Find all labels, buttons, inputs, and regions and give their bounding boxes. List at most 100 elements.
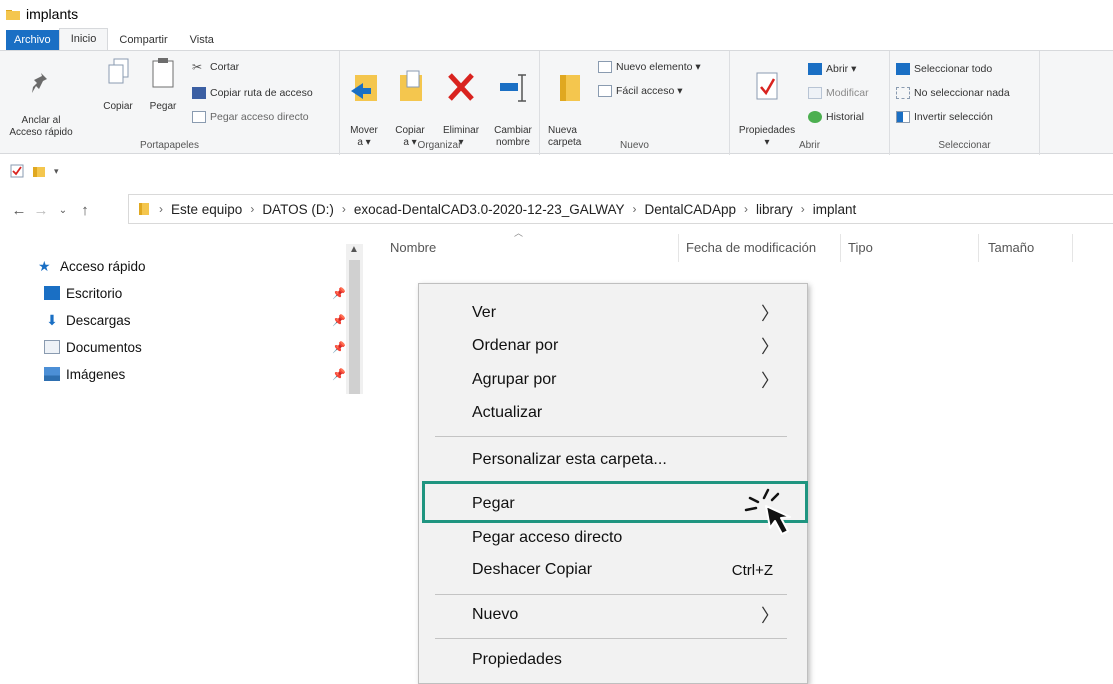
group-organizar: Mover a ▾ Copiar a ▾ Eliminar ▾ Cambiar … <box>340 51 540 155</box>
nav-documentos[interactable]: Documentos <box>44 335 142 359</box>
tab-inicio[interactable]: Inicio <box>58 28 109 50</box>
crumb-dentalcadapp[interactable]: DentalCADApp <box>644 202 736 217</box>
column-divider[interactable] <box>840 234 841 262</box>
chevron-right-icon[interactable]: › <box>250 202 254 216</box>
pin-icon[interactable]: 📌 <box>332 287 346 300</box>
back-icon[interactable]: ← <box>8 202 30 219</box>
pin-icon[interactable]: 📌 <box>332 368 346 381</box>
abrir-button[interactable]: Abrir ▾ <box>808 63 856 75</box>
column-fecha[interactable]: Fecha de modificación <box>686 240 816 262</box>
breadcrumb[interactable]: › Este equipo › DATOS (D:) › exocad-Dent… <box>128 194 1113 224</box>
nueva-carpeta-button[interactable]: Nueva carpeta <box>548 57 592 149</box>
nav-descargas[interactable]: ⬇ Descargas <box>44 308 131 332</box>
chevron-right-icon[interactable]: › <box>342 202 346 216</box>
crumb-datos[interactable]: DATOS (D:) <box>262 202 334 217</box>
scissors-icon: ✂ <box>192 60 203 74</box>
window-title: implants <box>26 6 79 22</box>
eliminar-button[interactable]: Eliminar ▾ <box>436 57 486 149</box>
propiedades-button[interactable]: Propiedades ▾ <box>732 57 802 149</box>
easy-access-icon <box>598 85 612 97</box>
menu-item-deshacer-copiar[interactable]: Deshacer Copiar Ctrl+Z <box>419 554 807 586</box>
nav-acceso-rapido-label: Acceso rápido <box>60 258 146 274</box>
chevron-right-icon[interactable]: › <box>159 202 163 216</box>
chevron-right-icon: 〉 <box>761 337 779 357</box>
column-tipo[interactable]: Tipo <box>848 240 873 262</box>
menu-item-ordenar-por[interactable]: Ordenar por 〉 <box>419 330 807 362</box>
menu-item-nuevo[interactable]: Nuevo 〉 <box>419 599 807 631</box>
menu-separator <box>435 638 787 639</box>
edit-icon <box>808 87 822 99</box>
copiar-ruta-button[interactable]: Copiar ruta de acceso <box>192 87 313 99</box>
cambiar-nombre-button[interactable]: Cambiar nombre <box>490 57 536 149</box>
seleccionar-todo-button[interactable]: Seleccionar todo <box>896 63 992 75</box>
properties-checkbox-icon[interactable] <box>10 164 24 178</box>
chevron-right-icon[interactable]: › <box>744 202 748 216</box>
crumb-implant[interactable]: implant <box>813 202 857 217</box>
pegar-button[interactable]: Pegar <box>145 57 181 113</box>
pin-icon[interactable]: 📌 <box>332 314 346 327</box>
menu-separator <box>435 436 787 437</box>
copiar-button[interactable]: Copiar <box>98 57 138 113</box>
delete-icon <box>448 73 474 101</box>
download-icon: ⬇ <box>46 312 58 328</box>
invertir-seleccion-button[interactable]: Invertir selección <box>896 111 993 123</box>
copy-path-icon <box>192 87 206 99</box>
menu-separator <box>435 594 787 595</box>
tab-archivo[interactable]: Archivo <box>6 30 59 50</box>
pin-icon[interactable]: 📌 <box>332 341 346 354</box>
chevron-right-icon[interactable]: › <box>801 202 805 216</box>
crumb-library[interactable]: library <box>756 202 793 217</box>
column-divider[interactable] <box>1072 234 1073 262</box>
menu-item-agrupar-por[interactable]: Agrupar por 〉 <box>419 364 807 396</box>
quick-access-toolbar: ▾ <box>0 158 59 184</box>
menu-item-nuevo-label: Nuevo <box>472 606 519 623</box>
forward-icon[interactable]: → <box>30 202 52 219</box>
nav-imagenes[interactable]: Imágenes <box>44 362 125 386</box>
abrir-label: Abrir ▾ <box>826 63 857 75</box>
scroll-thumb[interactable] <box>349 260 360 394</box>
chevron-right-icon[interactable]: › <box>632 202 636 216</box>
pegar-acceso-button[interactable]: Pegar acceso directo <box>192 111 309 123</box>
crumb-este-equipo[interactable]: Este equipo <box>171 202 242 217</box>
chevron-right-icon: 〉 <box>761 371 779 391</box>
anclar-button[interactable]: Anclar al Acceso rápido <box>6 57 76 139</box>
historial-label: Historial <box>826 111 864 123</box>
column-divider[interactable] <box>978 234 979 262</box>
mover-button[interactable]: Mover a ▾ <box>344 57 384 149</box>
modificar-button[interactable]: Modificar <box>808 87 869 99</box>
menu-item-ver[interactable]: Ver 〉 <box>419 297 807 329</box>
copiar-label: Copiar <box>103 101 133 112</box>
star-icon: ★ <box>38 258 51 274</box>
nav-descargas-label: Descargas <box>66 312 131 328</box>
nav-acceso-rapido[interactable]: ★ Acceso rápido <box>38 254 146 278</box>
qat-dropdown-icon[interactable]: ▾ <box>54 166 59 177</box>
recent-dropdown-icon[interactable]: ⌄ <box>52 205 74 216</box>
column-tamano[interactable]: Tamaño <box>988 240 1034 262</box>
cortar-button[interactable]: ✂ Cortar <box>192 61 239 73</box>
nav-scrollbar[interactable]: ▲ <box>346 244 363 394</box>
column-nombre[interactable]: Nombre <box>390 240 436 262</box>
scroll-up-icon[interactable]: ▲ <box>349 244 359 255</box>
menu-item-personalizar[interactable]: Personalizar esta carpeta... <box>419 444 807 476</box>
group-abrir: Propiedades ▾ Abrir ▾ Modificar Historia… <box>730 51 890 155</box>
nuevo-elemento-button[interactable]: Nuevo elemento ▾ <box>598 61 701 73</box>
nav-documentos-label: Documentos <box>66 339 142 355</box>
menu-item-actualizar[interactable]: Actualizar <box>419 397 807 429</box>
nav-escritorio[interactable]: Escritorio <box>44 281 122 305</box>
menu-item-propiedades[interactable]: Propiedades <box>419 644 807 676</box>
tab-vista[interactable]: Vista <box>179 30 225 50</box>
tab-compartir[interactable]: Compartir <box>108 30 178 50</box>
modificar-label: Modificar <box>826 87 869 99</box>
crumb-exocad[interactable]: exocad-DentalCAD3.0-2020-12-23_GALWAY <box>354 202 625 217</box>
historial-button[interactable]: Historial <box>808 111 864 123</box>
menu-item-agrupar-label: Agrupar por <box>472 371 557 388</box>
seleccionar-nada-button[interactable]: No seleccionar nada <box>896 87 1010 99</box>
up-icon[interactable]: ↑ <box>74 202 96 219</box>
column-divider[interactable] <box>678 234 679 262</box>
ribbon-tabs: Archivo Inicio Compartir Vista <box>0 28 1113 50</box>
nuevo-elemento-label: Nuevo elemento ▾ <box>616 61 701 73</box>
new-folder-qat-icon[interactable] <box>32 164 46 178</box>
facil-acceso-button[interactable]: Fácil acceso ▾ <box>598 85 683 97</box>
copiar-a-button[interactable]: Copiar a ▾ <box>390 57 430 149</box>
new-folder-icon <box>560 75 580 101</box>
